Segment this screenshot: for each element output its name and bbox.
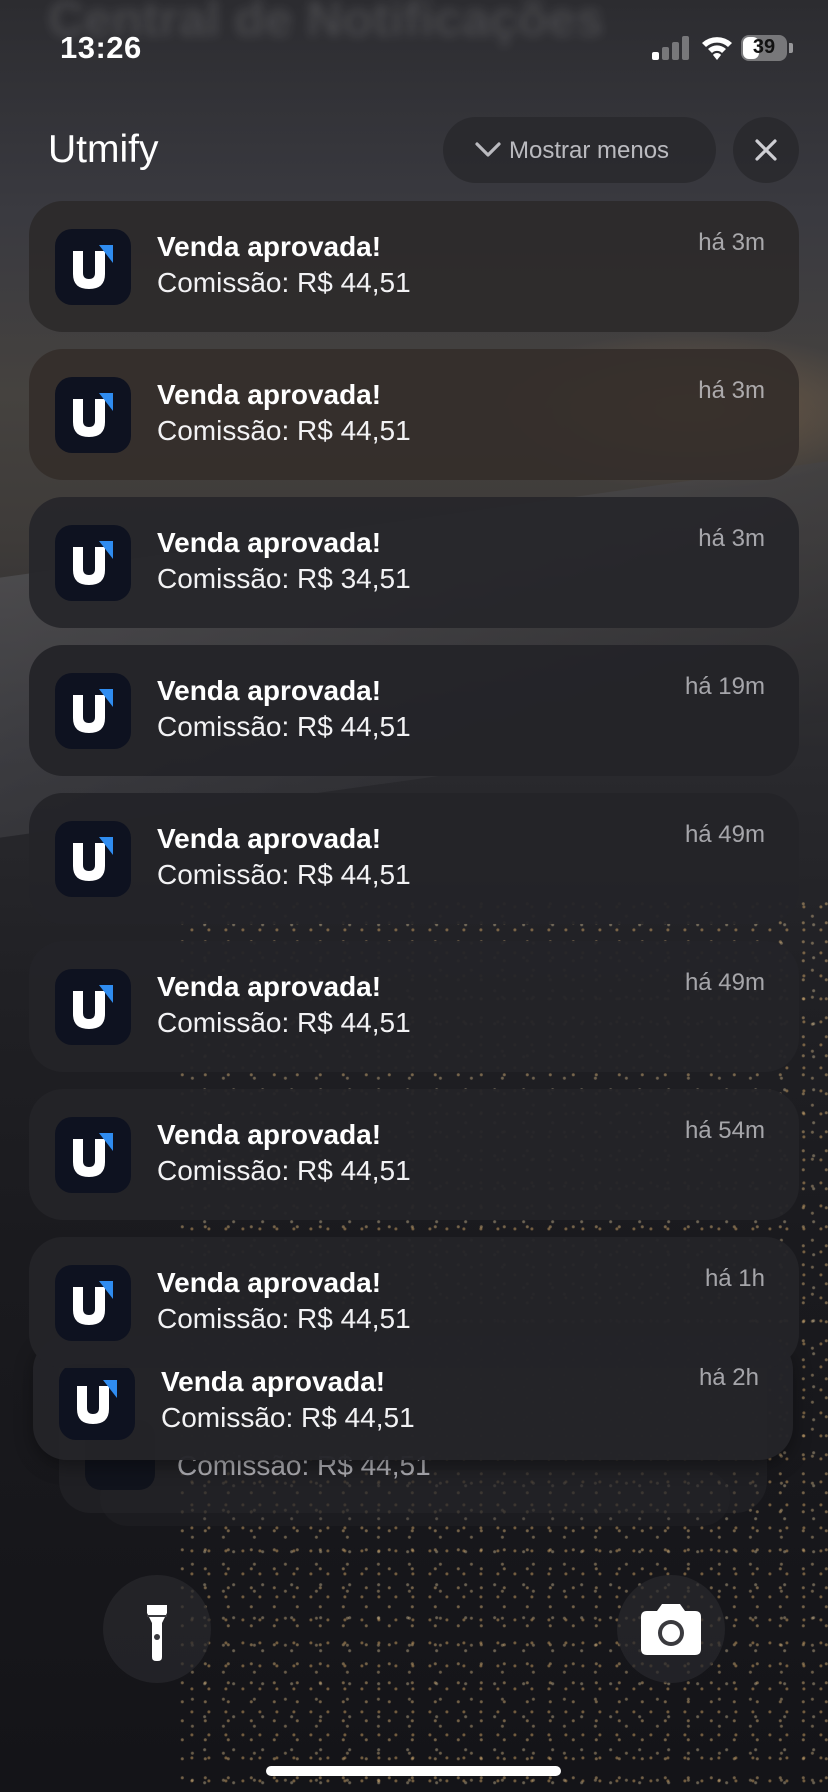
notification-body: Comissão: R$ 44,51 [157,859,411,890]
utmify-logo-icon [55,969,131,1045]
notification-title: Venda aprovada! [157,675,382,706]
notification-card[interactable]: Venda aprovada! Comissão: R$ 44,51 há 49m [29,941,799,1072]
home-indicator[interactable] [266,1766,561,1776]
notification-title: Venda aprovada! [157,527,382,558]
utmify-logo-icon [55,821,131,897]
notification-title: Venda aprovada! [157,379,382,410]
notification-time: há 1h [704,1265,765,1292]
show-less-button[interactable]: Mostrar menos [443,117,716,183]
notification-body: Comissão: R$ 44,51 [157,1155,411,1186]
notification-body: Comissão: R$ 34,51 [157,563,411,594]
notification-card[interactable]: Venda aprovada! Comissão: R$ 44,51 há 3m [29,349,799,480]
notification-title: Venda aprovada! [161,1366,386,1397]
notification-body: Comissão: R$ 44,51 [157,267,411,298]
utmify-logo-icon [55,1117,131,1193]
notification-card[interactable]: Venda aprovada! Comissão: R$ 44,51 há 1h [29,1237,799,1368]
notification-card[interactable]: Venda aprovada! Comissão: R$ 44,51 há 3m [29,201,799,332]
notification-body: Comissão: R$ 44,51 [157,415,411,446]
notification-body: Comissão: R$ 44,51 [157,1303,411,1334]
notification-body: Comissão: R$ 44,51 [161,1402,415,1433]
utmify-logo-icon [55,525,131,601]
notification-title: Venda aprovada! [157,823,382,854]
notification-title: Venda aprovada! [157,231,382,262]
battery-icon: 39 [741,35,787,61]
notification-time: há 2h [698,1364,759,1391]
app-group-title: Utmify [48,128,159,171]
notification-time: há 3m [698,377,765,404]
camera-button[interactable] [617,1575,725,1683]
notification-title: Venda aprovada! [157,971,382,1002]
utmify-logo-icon [59,1364,135,1440]
flashlight-button[interactable] [103,1575,211,1683]
notification-body: Comissão: R$ 44,51 [157,711,411,742]
cellular-signal-icon [652,36,690,60]
notification-time: há 3m [698,525,765,552]
notification-card[interactable]: Venda aprovada! Comissão: R$ 34,51 há 3m [29,497,799,628]
utmify-logo-icon [55,377,131,453]
close-icon [755,139,777,161]
notification-time: há 49m [684,821,765,848]
status-bar: 13:26 39 [0,0,828,100]
notification-card[interactable]: Venda aprovada! Comissão: R$ 44,51 há 49m [29,793,799,924]
utmify-logo-icon [55,1265,131,1341]
notification-card[interactable]: Venda aprovada! Comissão: R$ 44,51 há 19m [29,645,799,776]
camera-icon [641,1604,701,1655]
notification-title: Venda aprovada! [157,1119,382,1150]
notification-time: há 19m [684,673,765,700]
wifi-icon [700,33,734,61]
clock: 13:26 [60,30,142,65]
utmify-logo-icon [55,229,131,305]
notification-title: Venda aprovada! [157,1267,382,1298]
notification-time: há 54m [684,1117,765,1144]
utmify-logo-icon [55,673,131,749]
flashlight-icon [147,1605,167,1661]
battery-level: 39 [752,36,776,58]
show-less-label: Mostrar menos [509,137,670,164]
chevron-down-icon [473,137,503,163]
notification-body: Comissão: R$ 44,51 [157,1007,411,1038]
notification-time: há 49m [684,969,765,996]
clear-group-button[interactable] [733,117,799,183]
notification-card[interactable]: Venda aprovada! Comissão: R$ 44,51 há 54m [29,1089,799,1220]
notification-time: há 3m [698,229,765,256]
